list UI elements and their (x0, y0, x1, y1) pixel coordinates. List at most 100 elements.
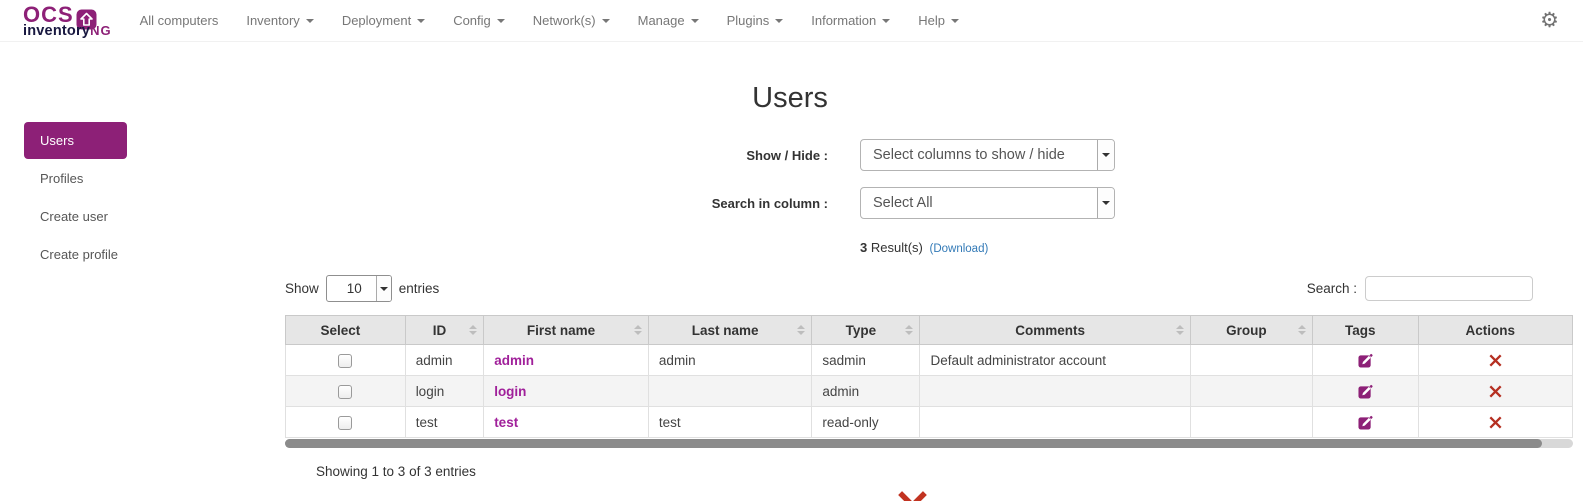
delete-user-icon[interactable] (1489, 385, 1502, 398)
menu-item-label: Information (811, 13, 877, 28)
table-search-input[interactable] (1365, 276, 1533, 301)
column-header-label: Type (845, 322, 877, 338)
select-cell (285, 375, 406, 407)
cell-group (1189, 375, 1313, 407)
row-checkbox[interactable] (338, 415, 353, 430)
menu-item-label: Inventory (246, 13, 300, 28)
menu-item-deployment[interactable]: Deployment (328, 4, 439, 37)
search-in-column-label: Search in column : (711, 195, 828, 211)
menu-item-label: Deployment (341, 13, 412, 28)
search-in-column-select[interactable]: Select All (860, 187, 1115, 219)
column-header-label: Actions (1465, 322, 1515, 338)
user-link[interactable]: admin (494, 353, 534, 368)
menu-item-config[interactable]: Config (439, 4, 519, 37)
menu-item-label: Help (918, 13, 946, 28)
column-header-label: Comments (1015, 322, 1085, 338)
cell-last-name: admin (647, 344, 813, 376)
menu-item-network-s[interactable]: Network(s) (519, 4, 624, 37)
sort-icon (469, 325, 478, 335)
menu-item-inventory[interactable]: Inventory (232, 4, 327, 37)
main-content: Users Show / Hide : Select columns to sh… (285, 42, 1573, 501)
column-header-first-name[interactable]: First name (483, 315, 649, 345)
delete-user-icon[interactable] (1489, 416, 1502, 429)
column-header-comments[interactable]: Comments (919, 315, 1191, 345)
users-table-head: Select ID First name Last name Type Comments G… (285, 315, 1573, 345)
user-link[interactable]: test (494, 415, 518, 430)
menu-item-label: Plugins (726, 13, 770, 28)
column-header-select: Select (285, 315, 406, 345)
entries-per-page-value: 10 (346, 281, 362, 296)
cell-comments (919, 406, 1191, 438)
page-title: Users (752, 82, 828, 114)
cell-comments: Default administrator account (919, 344, 1191, 376)
cell-type: read-only (811, 406, 921, 438)
row-checkbox[interactable] (338, 384, 353, 399)
user-link[interactable]: login (494, 384, 526, 399)
cell-id: login (404, 375, 485, 407)
logo-inventory-text: inventory (23, 23, 91, 40)
horizontal-scrollbar-thumb[interactable] (285, 439, 1543, 448)
cell-id: test (404, 406, 485, 438)
show-hide-row: Show / Hide : Select columns to show / h… (285, 139, 1295, 171)
cell-actions (1417, 406, 1573, 438)
show-hide-select[interactable]: Select columns to show / hide (860, 139, 1115, 171)
sort-icon (1297, 325, 1306, 335)
menu-item-manage[interactable]: Manage (624, 4, 713, 37)
cell-type: sadmin (811, 344, 921, 376)
cell-actions (1417, 375, 1573, 407)
download-link[interactable]: (Download) (930, 243, 989, 255)
menu-item-plugins[interactable]: Plugins (713, 4, 798, 37)
sidebar-item-users[interactable]: Users (24, 122, 127, 159)
results-count: 3 (860, 240, 868, 255)
edit-tags-icon[interactable] (1358, 353, 1373, 368)
edit-tags-icon[interactable] (1358, 384, 1373, 399)
column-header-id[interactable]: ID (404, 315, 485, 345)
results-line: 3 Result(s) (Download) (860, 240, 1295, 255)
column-header-group[interactable]: Group (1189, 315, 1313, 345)
show-hide-select-value: Select columns to show / hide (873, 147, 1065, 163)
sidebar-item-create-profile[interactable]: Create profile (24, 236, 259, 273)
menu-item-information[interactable]: Information (797, 4, 904, 37)
column-header-type[interactable]: Type (811, 315, 921, 345)
sidebar-item-create-user[interactable]: Create user (24, 198, 259, 235)
chevron-down-icon (305, 19, 314, 23)
edit-tags-icon[interactable] (1358, 415, 1373, 430)
entries-per-page-select[interactable]: 10 (325, 275, 392, 302)
delete-user-icon[interactable] (1489, 354, 1502, 367)
table-controls: Show 10 entries Search : (285, 275, 1573, 302)
top-navbar: OCS inventory NG All computers Inventory D… (0, 0, 1583, 42)
sort-icon (1175, 325, 1184, 335)
header-row: Select ID First name Last name Type Comments G… (285, 315, 1573, 345)
menu-item-all-computers[interactable]: All computers (126, 4, 233, 37)
app-logo[interactable]: OCS inventory NG (23, 4, 112, 39)
horizontal-scrollbar-track[interactable] (285, 439, 1573, 448)
cell-type: admin (811, 375, 921, 407)
chevron-down-icon (496, 19, 505, 23)
main-menu: All computers Inventory Deployment Config Ne… (126, 4, 973, 37)
search-in-column-select-value: Select All (873, 195, 933, 211)
menu-item-help[interactable]: Help (904, 4, 973, 37)
column-header-last-name[interactable]: Last name (647, 315, 813, 345)
logo-row-bottom: inventory NG (23, 24, 112, 39)
chevron-down-icon (882, 19, 891, 23)
column-header-label: Group (1226, 322, 1267, 338)
table-search-control: Search : (1307, 276, 1533, 301)
users-table: Select ID First name Last name Type Comments G… (285, 315, 1573, 438)
logo-ng-text: NG (90, 23, 112, 39)
gear-icon[interactable]: ⚙ (1540, 10, 1559, 31)
chevron-down-icon (375, 276, 391, 301)
cell-last-name (647, 375, 813, 407)
sort-icon (797, 325, 806, 335)
show-hide-label: Show / Hide : (746, 147, 828, 163)
menu-item-label: Manage (637, 13, 685, 28)
column-header-label: ID (432, 322, 447, 338)
sidebar-item-profiles[interactable]: Profiles (24, 160, 259, 197)
column-header-label: Select (320, 322, 361, 338)
sort-icon (905, 325, 914, 335)
show-entries-control: Show 10 entries (285, 275, 439, 302)
showing-entries-text: Showing 1 to 3 of 3 entries (316, 464, 476, 479)
delete-x-icon (897, 491, 927, 501)
delete-selected-button[interactable] (268, 490, 1556, 501)
row-checkbox[interactable] (338, 353, 353, 368)
cell-tags (1311, 406, 1419, 438)
